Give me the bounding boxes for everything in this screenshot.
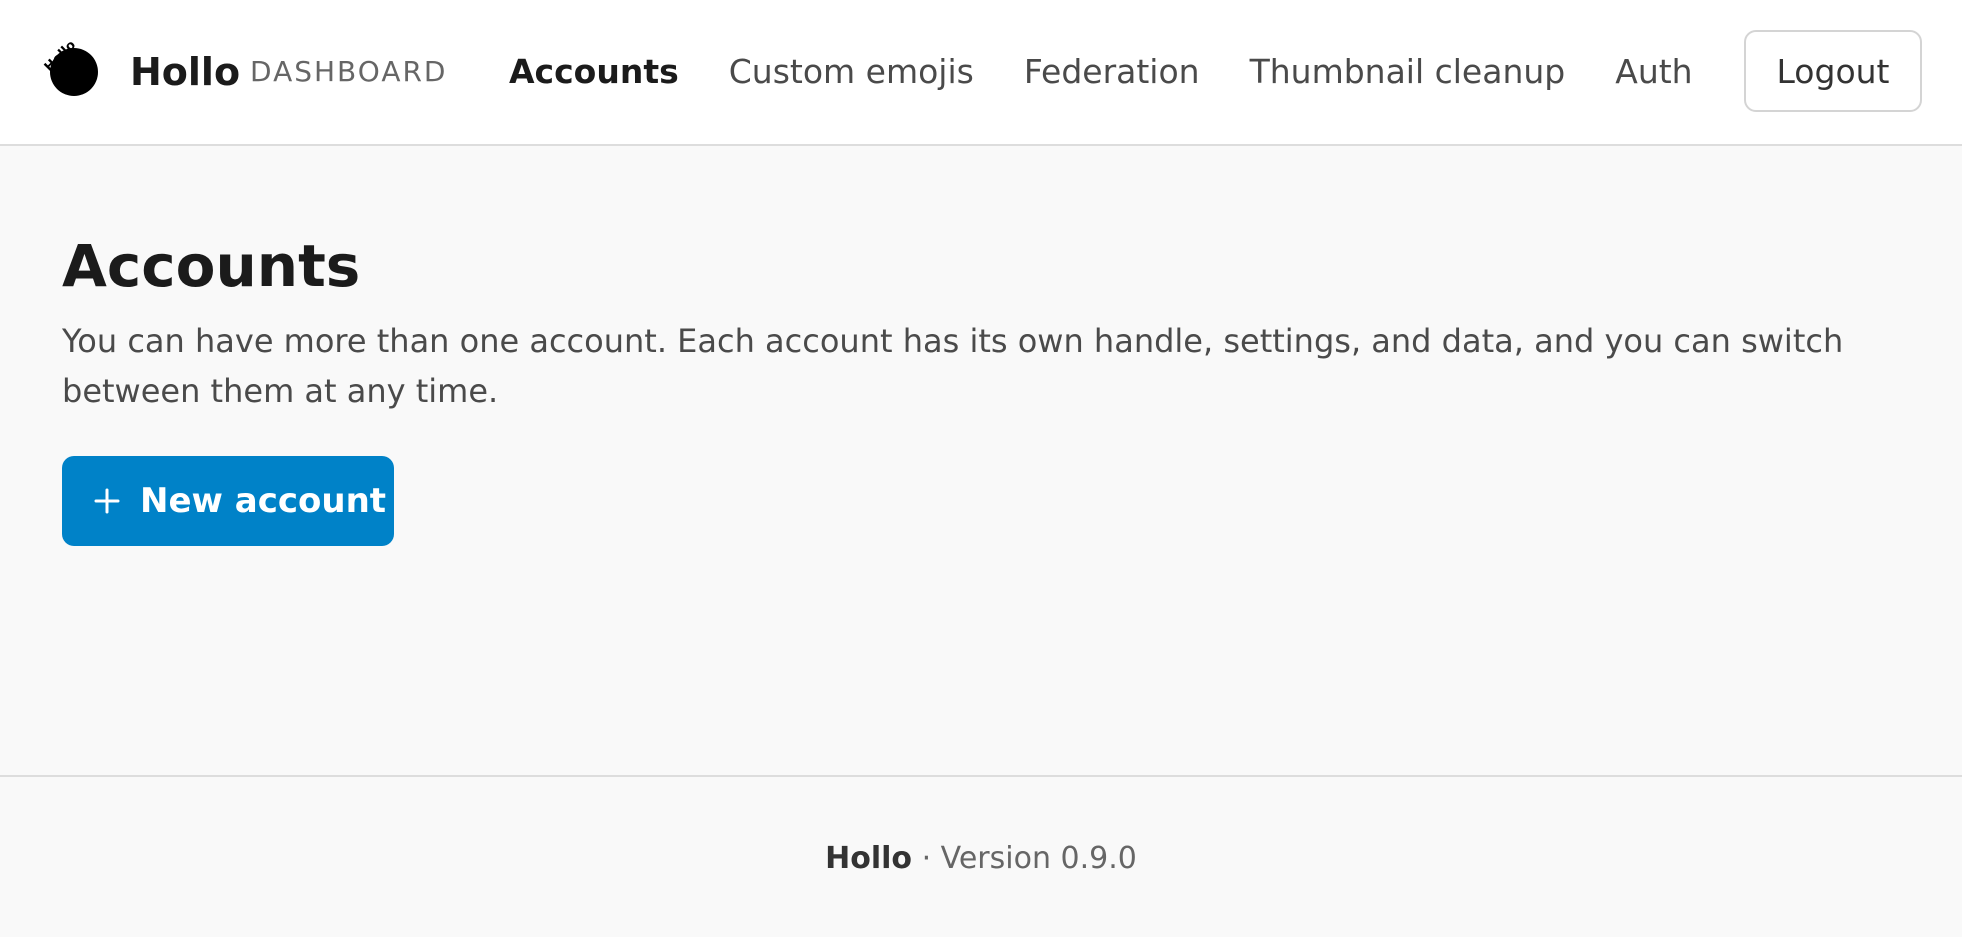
dashboard-label: DASHBOARD (250, 55, 448, 88)
hollo-logo-icon[interactable]: Hollo (38, 34, 106, 102)
plus-icon (94, 488, 120, 514)
footer: Hollo · Version 0.9.0 (0, 775, 1962, 937)
logout-button[interactable]: Logout (1744, 30, 1922, 112)
page-title: Accounts (62, 232, 361, 300)
footer-separator: · (912, 841, 941, 876)
main-nav: Accounts Custom emojis Federation Thumbn… (509, 50, 1693, 94)
nav-auth[interactable]: Auth (1615, 50, 1692, 94)
new-account-label: New account (140, 481, 387, 521)
nav-custom-emojis[interactable]: Custom emojis (729, 50, 974, 94)
page-description: You can have more than one account. Each… (62, 322, 1844, 410)
nav-federation[interactable]: Federation (1024, 50, 1200, 94)
footer-brand: Hollo (825, 841, 913, 876)
footer-version: Version 0.9.0 (940, 841, 1137, 876)
new-account-button[interactable]: New account (62, 456, 394, 546)
footer-line: Hollo · Version 0.9.0 (0, 839, 1962, 879)
top-header: Hollo Hollo DASHBOARD Accounts Custom em… (0, 0, 1962, 146)
nav-thumbnail-cleanup[interactable]: Thumbnail cleanup (1250, 50, 1566, 94)
brand-name[interactable]: Hollo (130, 48, 240, 96)
nav-accounts[interactable]: Accounts (509, 50, 679, 94)
